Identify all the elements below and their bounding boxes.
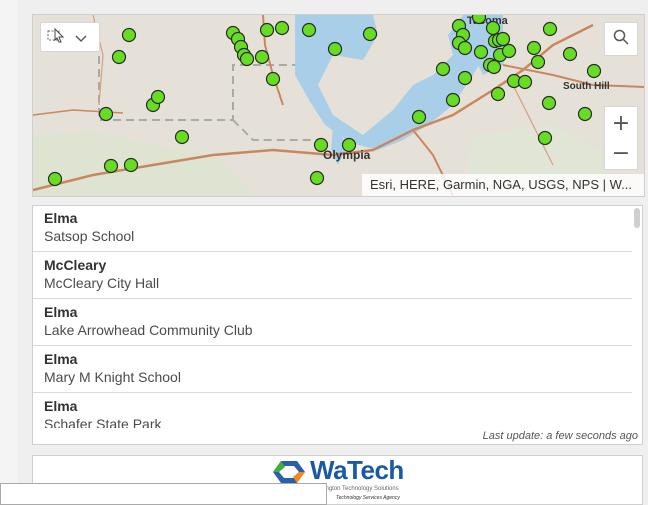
site-marker[interactable] — [309, 170, 325, 186]
zoom-out-button[interactable]: − — [604, 137, 638, 170]
site-marker[interactable] — [254, 49, 270, 65]
site-marker[interactable] — [541, 95, 557, 111]
site-marker[interactable] — [411, 109, 427, 125]
search-icon — [613, 29, 629, 49]
site-marker[interactable] — [47, 171, 63, 187]
site-marker[interactable] — [586, 63, 602, 79]
item-title: Elma — [44, 351, 78, 367]
site-marker[interactable] — [457, 70, 473, 86]
site-marker[interactable] — [501, 43, 517, 59]
site-marker[interactable] — [150, 89, 166, 105]
site-marker[interactable] — [313, 137, 329, 153]
logo-name: WaTech — [310, 455, 404, 485]
site-marker[interactable] — [490, 86, 506, 102]
map-label-south-hill: South Hill — [563, 81, 610, 92]
item-subtitle: McCleary City Hall — [44, 275, 160, 291]
site-marker[interactable] — [259, 22, 275, 38]
site-marker[interactable] — [517, 74, 533, 90]
site-marker[interactable] — [265, 71, 281, 87]
map-attribution[interactable]: Esri, HERE, Garmin, NGA, USGS, NPS | W..… — [362, 174, 644, 196]
site-marker[interactable] — [457, 40, 473, 56]
overlay-bar[interactable] — [0, 483, 327, 505]
item-subtitle: Mary M Knight School — [44, 369, 181, 385]
site-marker[interactable] — [486, 59, 502, 75]
site-marker[interactable] — [471, 15, 487, 25]
site-marker[interactable] — [526, 40, 542, 56]
site-marker[interactable] — [435, 61, 451, 77]
item-title: Elma — [44, 210, 78, 226]
site-marker[interactable] — [362, 26, 378, 42]
map-view[interactable]: Tacoma Olympia South Hill + − Esri, HERE… — [32, 14, 645, 197]
site-marker[interactable] — [98, 106, 114, 122]
site-marker[interactable] — [537, 130, 553, 146]
item-subtitle: Satsop School — [44, 228, 135, 244]
item-title: McCleary — [44, 257, 107, 273]
list-item[interactable]: Elma Lake Arrowhead Community Club — [33, 300, 632, 346]
list-item[interactable]: Elma Mary M Knight School — [33, 347, 632, 393]
map-search-button[interactable] — [604, 22, 638, 56]
site-marker[interactable] — [121, 27, 137, 43]
map-canvas[interactable]: Tacoma Olympia South Hill — [33, 15, 644, 196]
item-subtitle: Lake Arrowhead Community Club — [44, 322, 253, 338]
site-marker[interactable] — [485, 20, 501, 36]
site-marker[interactable] — [542, 21, 558, 37]
last-update-text: Last update: a few seconds ago — [482, 430, 638, 442]
site-list[interactable]: Elma Satsop School McCleary McCleary Cit… — [32, 205, 643, 445]
list-item[interactable]: McCleary McCleary City Hall — [33, 253, 632, 299]
site-marker[interactable] — [103, 158, 119, 174]
site-marker[interactable] — [341, 137, 357, 153]
list-item[interactable]: Elma Satsop School — [33, 206, 632, 252]
side-strip — [0, 0, 18, 505]
select-tool-button[interactable] — [40, 22, 100, 52]
site-marker[interactable] — [239, 51, 255, 67]
chevron-down-icon[interactable] — [75, 28, 87, 47]
item-subtitle: Schafer State Park — [44, 416, 162, 428]
site-marker[interactable] — [327, 41, 343, 57]
list-scrollbar[interactable] — [634, 208, 640, 228]
item-title: Elma — [44, 304, 78, 320]
site-marker[interactable] — [123, 157, 139, 173]
site-marker[interactable] — [174, 129, 190, 145]
logo-agency: Technology Services Agency — [336, 495, 400, 501]
site-marker[interactable] — [562, 46, 578, 62]
site-marker[interactable] — [495, 31, 511, 47]
list-item[interactable]: Elma Schafer State Park — [33, 394, 632, 428]
site-marker[interactable] — [577, 106, 593, 122]
site-marker[interactable] — [301, 22, 317, 38]
site-marker[interactable] — [530, 54, 546, 70]
site-marker[interactable] — [473, 44, 489, 60]
site-marker[interactable] — [274, 20, 290, 36]
site-marker[interactable] — [445, 92, 461, 108]
selection-icon — [47, 27, 65, 47]
site-marker[interactable] — [111, 49, 127, 65]
zoom-in-button[interactable]: + — [604, 106, 638, 140]
item-title: Elma — [44, 398, 78, 414]
